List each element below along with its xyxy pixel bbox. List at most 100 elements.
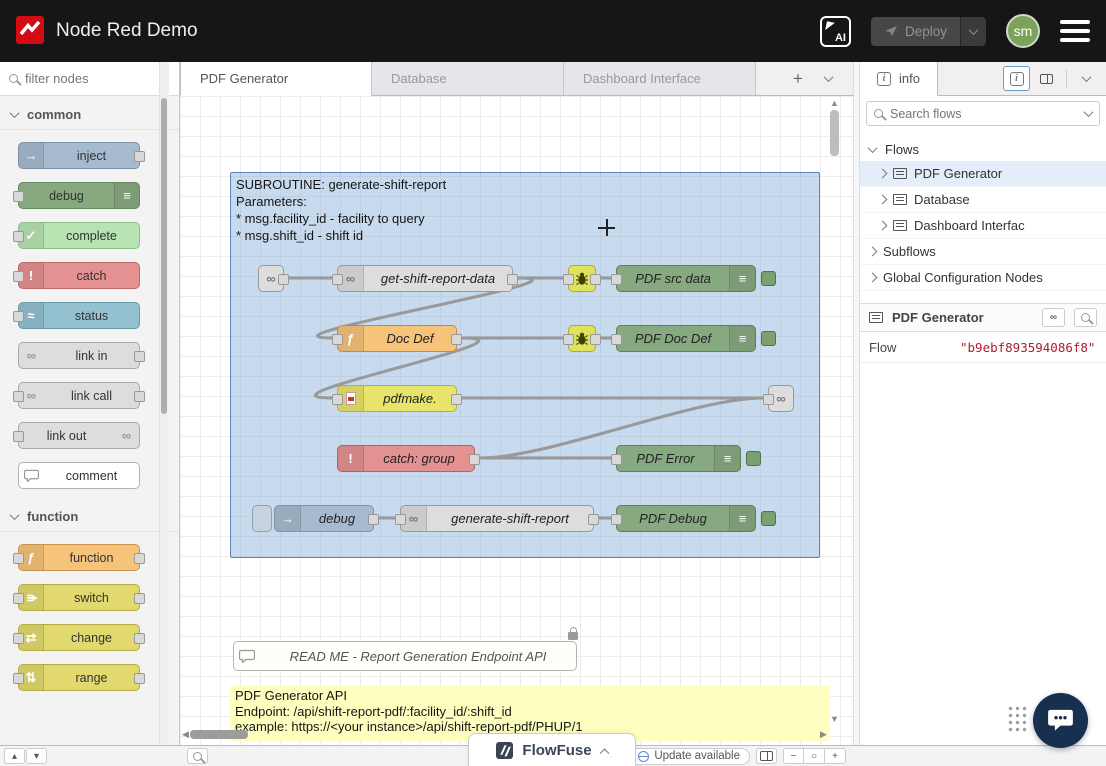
flowfuse-banner[interactable]: FlowFuse xyxy=(468,733,636,766)
zoom-reset-button[interactable]: ○ xyxy=(804,748,825,764)
book-icon xyxy=(1040,74,1053,84)
flow-list-button[interactable] xyxy=(815,66,841,92)
scroll-down-arrow[interactable]: ▼ xyxy=(830,714,839,724)
property-name: Flow xyxy=(860,340,960,355)
chevron-down-icon xyxy=(823,72,833,82)
debug-enable-toggle[interactable] xyxy=(746,451,761,466)
lock-icon xyxy=(568,632,578,640)
inject-trigger-button[interactable] xyxy=(252,505,272,532)
filter-nodes-input[interactable] xyxy=(25,71,145,86)
sidebar-tabs-menu-button[interactable] xyxy=(1073,66,1100,91)
tree-item-subflows[interactable]: Subflows xyxy=(860,239,1106,265)
tree-item-database[interactable]: Database xyxy=(860,187,1106,213)
scroll-up-arrow[interactable]: ▲ xyxy=(830,98,839,108)
tab-dashboard-interface[interactable]: Dashboard Interface xyxy=(564,62,756,95)
zoom-in-button[interactable]: + xyxy=(825,748,846,764)
palette-node-function[interactable]: ƒ function xyxy=(18,544,140,571)
palette-node-switch[interactable]: ⋔ switch xyxy=(18,584,140,611)
user-avatar[interactable]: sm xyxy=(1006,14,1040,48)
flow-node-readme-comment[interactable]: READ ME - Report Generation Endpoint API xyxy=(233,641,577,671)
tab-database[interactable]: Database xyxy=(372,62,564,95)
flow-group-generate-shift-report[interactable]: SUBROUTINE: generate-shift-report Parame… xyxy=(230,172,820,558)
flow-node-get-shift-report-data[interactable]: ∞ get-shift-report-data xyxy=(337,265,513,292)
palette-scrollbar-thumb[interactable] xyxy=(161,98,167,414)
palette-node-range[interactable]: ⇅ range xyxy=(18,664,140,691)
selected-flow-header: PDF Generator ∞ xyxy=(860,303,1106,332)
canvas-search-button[interactable] xyxy=(187,748,208,764)
palette-node-link-out[interactable]: link out ∞ xyxy=(18,422,140,449)
flow-node-link-in[interactable]: ∞ xyxy=(258,265,284,292)
horizontal-scrollbar-thumb[interactable] xyxy=(190,730,248,739)
palette-node-status[interactable]: ≈ status xyxy=(18,302,140,329)
palette-node-link-in[interactable]: ∞ link in xyxy=(18,342,140,369)
flow-node-pdf-doc-def[interactable]: PDF Doc Def ≡ xyxy=(616,325,756,352)
zoom-out-button[interactable]: − xyxy=(783,748,804,764)
flow-node-pdf-src-data[interactable]: PDF src data ≡ xyxy=(616,265,756,292)
toggle-navigator-button[interactable] xyxy=(756,748,777,764)
flow-node-catch-group[interactable]: ! catch: group xyxy=(337,445,475,472)
collapse-all-button[interactable]: ▴ xyxy=(4,748,25,764)
palette-scroll-area[interactable]: common → inject debug ≡ ✓ complete xyxy=(0,96,179,745)
palette-category-function[interactable]: function xyxy=(0,502,179,532)
search-flow-button[interactable] xyxy=(1074,308,1097,327)
flow-node-link-out[interactable]: ∞ xyxy=(768,385,794,412)
update-available-button[interactable]: Update available xyxy=(628,748,750,765)
add-flow-button[interactable]: + xyxy=(785,66,811,92)
debug-enable-toggle[interactable] xyxy=(761,331,776,346)
comment-bubble-icon xyxy=(19,463,44,488)
info-icon: i xyxy=(1010,72,1024,86)
palette-filter[interactable] xyxy=(0,62,179,96)
deploy-button[interactable]: Deploy xyxy=(871,17,960,46)
debug-enable-toggle[interactable] xyxy=(761,511,776,526)
search-flows-input[interactable] xyxy=(890,107,1078,121)
flow-node-bug-1[interactable] xyxy=(568,265,596,292)
tab-pdf-generator[interactable]: PDF Generator xyxy=(180,62,372,96)
palette-node-inject[interactable]: → inject xyxy=(18,142,140,169)
inject-icon: → xyxy=(275,506,301,531)
help-tab-button[interactable] xyxy=(1033,66,1060,91)
info-tab-button[interactable]: i xyxy=(1003,66,1030,91)
tree-item-dashboard-interface[interactable]: Dashboard Interfac xyxy=(860,213,1106,239)
palette-node-link-call[interactable]: ∞ link call xyxy=(18,382,140,409)
drag-handle-dots[interactable] xyxy=(1007,705,1028,732)
chevron-up-icon[interactable] xyxy=(599,748,609,758)
palette-node-change[interactable]: ⇄ change xyxy=(18,624,140,651)
tab-info[interactable]: i info xyxy=(860,62,938,96)
palette-node-catch[interactable]: ! catch xyxy=(18,262,140,289)
palette-node-comment[interactable]: comment xyxy=(18,462,140,489)
flow-node-inject-debug[interactable]: → debug xyxy=(274,505,374,532)
node-red-app: Node Red Demo AI Deploy sm xyxy=(0,0,1106,766)
tree-item-global-config[interactable]: Global Configuration Nodes xyxy=(860,265,1106,291)
flow-node-generate-shift-report[interactable]: ∞ generate-shift-report xyxy=(400,505,594,532)
debug-icon: ≡ xyxy=(114,183,139,208)
flow-icon xyxy=(869,312,883,323)
vertical-scrollbar-thumb[interactable] xyxy=(830,110,839,156)
chevron-down-icon[interactable] xyxy=(1084,107,1094,117)
flow-node-doc-def[interactable]: ƒ Doc Def xyxy=(337,325,457,352)
deploy-options-button[interactable] xyxy=(960,17,986,46)
copy-link-button[interactable]: ∞ xyxy=(1042,308,1065,327)
scroll-right-arrow[interactable]: ▶ xyxy=(820,729,827,740)
deploy-button-group[interactable]: Deploy xyxy=(871,17,986,46)
scroll-left-arrow[interactable]: ◀ xyxy=(182,729,189,740)
chat-widget-button[interactable] xyxy=(1033,693,1088,748)
palette-category-common[interactable]: common xyxy=(0,100,179,130)
flow-node-bug-2[interactable] xyxy=(568,325,596,352)
main-menu-button[interactable] xyxy=(1060,20,1090,42)
debug-enable-toggle[interactable] xyxy=(761,271,776,286)
flow-node-pdf-debug[interactable]: PDF Debug ≡ xyxy=(616,505,756,532)
flow-node-pdf-error[interactable]: PDF Error ≡ xyxy=(616,445,741,472)
ai-assistant-button[interactable]: AI xyxy=(820,16,851,47)
debug-icon: ≡ xyxy=(729,266,755,291)
flow-canvas[interactable]: SUBROUTINE: generate-shift-report Parame… xyxy=(180,96,853,745)
palette-node-debug[interactable]: debug ≡ xyxy=(18,182,140,209)
tree-flows-header[interactable]: Flows xyxy=(860,137,1106,161)
flow-node-pdfmake[interactable]: pdfmake. xyxy=(337,385,457,412)
pdf-file-icon xyxy=(338,386,364,411)
sidebar-resize-handle[interactable] xyxy=(853,62,860,745)
palette-node-complete[interactable]: ✓ complete xyxy=(18,222,140,249)
node-label: generate-shift-report xyxy=(427,511,593,526)
search-flows-box[interactable] xyxy=(866,101,1100,126)
tree-item-pdf-generator[interactable]: PDF Generator xyxy=(860,161,1106,187)
expand-all-button[interactable]: ▾ xyxy=(26,748,47,764)
